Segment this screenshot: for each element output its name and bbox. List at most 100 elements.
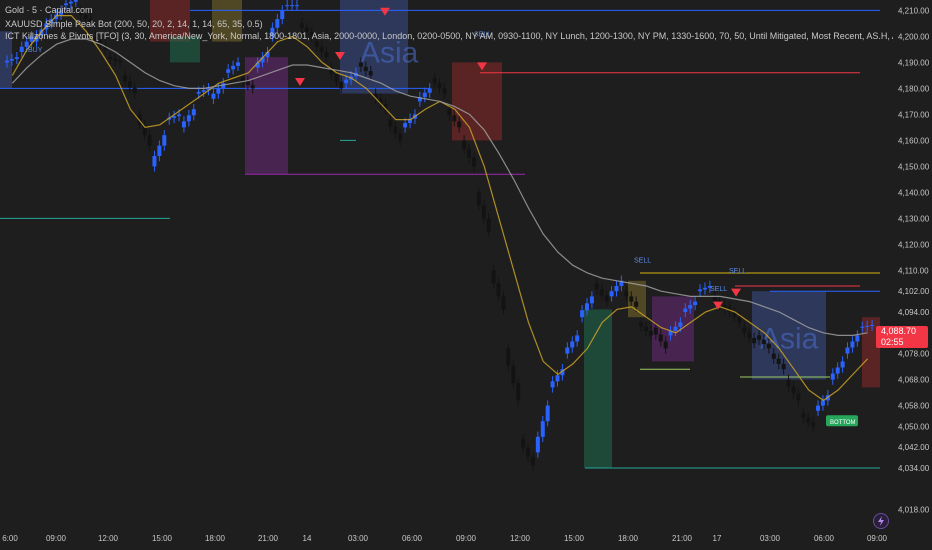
candle-body bbox=[796, 393, 801, 401]
candle-body bbox=[604, 295, 609, 302]
candle-body bbox=[113, 58, 118, 61]
candle-body bbox=[811, 422, 816, 427]
candle-body bbox=[526, 448, 531, 457]
y-tick-label: 4,068.00 bbox=[898, 376, 930, 385]
candle-body bbox=[575, 335, 580, 342]
candle-body bbox=[801, 413, 806, 418]
candle-body bbox=[535, 436, 540, 453]
current-price-label: 4,088.70 bbox=[881, 326, 917, 336]
candle-body bbox=[403, 123, 408, 128]
candle-body bbox=[108, 57, 113, 59]
candle-body bbox=[850, 341, 855, 348]
x-tick-label: 21:00 bbox=[672, 534, 693, 543]
candle-body bbox=[860, 326, 865, 328]
y-tick-label: 4,200.00 bbox=[898, 32, 930, 41]
x-tick-label: 17 bbox=[713, 534, 722, 543]
candle-body bbox=[19, 46, 24, 52]
y-tick-label: 4,160.00 bbox=[898, 136, 930, 145]
sell-signal-label: SELL bbox=[729, 268, 746, 275]
candle-body bbox=[432, 78, 437, 84]
candle-body bbox=[816, 405, 821, 411]
candle-body bbox=[471, 157, 476, 167]
y-tick-label: 4,058.00 bbox=[898, 402, 930, 411]
x-tick-label: 03:00 bbox=[348, 534, 369, 543]
candle-body bbox=[481, 205, 486, 219]
candle-body bbox=[594, 283, 599, 290]
candle-body bbox=[845, 347, 850, 354]
lightning-icon[interactable] bbox=[873, 513, 889, 529]
candle-body bbox=[467, 149, 472, 158]
candle-body bbox=[73, 0, 78, 2]
y-tick-label: 4,210.00 bbox=[898, 6, 930, 15]
candle-body bbox=[629, 296, 634, 302]
candle-body bbox=[275, 19, 280, 28]
candle-body bbox=[285, 5, 290, 7]
candle-body bbox=[634, 301, 639, 307]
candle-body bbox=[162, 135, 167, 146]
x-tick-label: 12:00 bbox=[510, 534, 531, 543]
candle-body bbox=[211, 93, 216, 99]
candle-body bbox=[580, 310, 585, 318]
candle-body bbox=[501, 296, 506, 310]
sell-signal-marker bbox=[295, 78, 305, 86]
candle-body bbox=[742, 327, 747, 333]
indicator-legend-peak-bot[interactable]: XAUUSD Simple Peak Bot (200, 50, 20, 2, … bbox=[5, 19, 263, 30]
candle-body bbox=[393, 126, 398, 134]
candle-body bbox=[496, 283, 501, 297]
x-tick-label: 12:00 bbox=[98, 534, 119, 543]
candle-body bbox=[295, 5, 299, 7]
x-tick-label: 18:00 bbox=[205, 534, 226, 543]
session-box bbox=[652, 296, 694, 362]
candle-body bbox=[639, 322, 644, 327]
candle-body bbox=[319, 46, 324, 52]
candle-body bbox=[550, 381, 555, 388]
candle-body bbox=[702, 287, 707, 290]
y-tick-label: 4,078.00 bbox=[898, 350, 930, 359]
candle-body bbox=[245, 81, 250, 85]
x-tick-label: 06:00 bbox=[814, 534, 835, 543]
candle-body bbox=[147, 135, 152, 146]
candle-body bbox=[521, 439, 526, 449]
candle-body bbox=[781, 364, 786, 370]
candle-body bbox=[683, 308, 688, 312]
candle-body bbox=[776, 358, 781, 364]
y-tick-label: 4,110.00 bbox=[898, 266, 929, 275]
candle-body bbox=[712, 296, 717, 301]
candle-body bbox=[614, 286, 619, 292]
candle-body bbox=[688, 305, 693, 309]
candle-body bbox=[865, 325, 870, 327]
candle-body bbox=[299, 23, 304, 28]
candle-body bbox=[737, 317, 742, 323]
candle-body bbox=[491, 270, 496, 284]
x-tick-label: 15:00 bbox=[564, 534, 585, 543]
candle-body bbox=[589, 296, 594, 304]
candle-body bbox=[870, 325, 875, 326]
candle-body bbox=[771, 353, 776, 359]
candle-body bbox=[476, 192, 481, 206]
symbol-legend[interactable]: Gold · 5 · Capital.com bbox=[5, 5, 93, 16]
x-tick-label: 09:00 bbox=[867, 534, 888, 543]
indicator-legend-killzones[interactable]: ICT Killzones & Pivots [TFO] (3, 30, Ame… bbox=[5, 31, 893, 42]
x-tick-label: 03:00 bbox=[760, 534, 781, 543]
candle-body bbox=[643, 326, 648, 332]
candle-body bbox=[678, 322, 683, 327]
x-tick-label: 09:00 bbox=[46, 534, 67, 543]
candle-body bbox=[122, 75, 127, 82]
candle-body bbox=[427, 88, 432, 93]
price-chart[interactable]: AsiaAsiaSELLSELLSELLSELLBUYBOTTOM4,210.0… bbox=[0, 0, 932, 550]
candle-body bbox=[191, 109, 196, 116]
y-tick-label: 4,042.00 bbox=[898, 443, 930, 452]
x-tick-label: 14 bbox=[303, 534, 312, 543]
candle-body bbox=[196, 91, 201, 94]
candle-body bbox=[648, 331, 653, 336]
y-tick-label: 4,050.00 bbox=[898, 422, 930, 431]
candle-body bbox=[506, 348, 511, 366]
candle-body bbox=[181, 121, 186, 128]
candle-body bbox=[585, 303, 589, 311]
candle-body bbox=[290, 5, 295, 7]
candle-body bbox=[761, 339, 766, 345]
sell-signal-label: SELL bbox=[634, 258, 651, 265]
candle-body bbox=[368, 71, 373, 76]
candle-body bbox=[530, 456, 535, 466]
x-tick-label: 09:00 bbox=[456, 534, 477, 543]
